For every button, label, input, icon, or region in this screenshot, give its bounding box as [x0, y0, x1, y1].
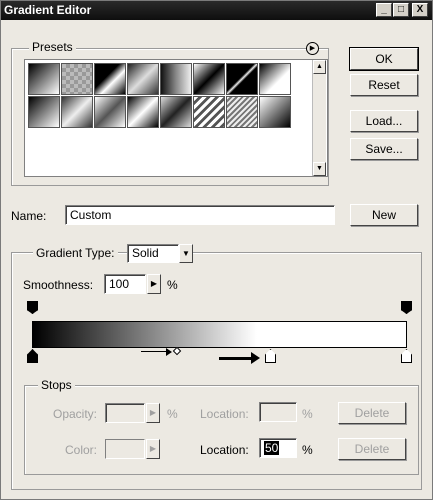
close-button[interactable]: X [412, 3, 428, 17]
smoothness-label: Smoothness: [23, 278, 94, 292]
color-location-field[interactable]: 50 [259, 438, 297, 458]
preset-swatch[interactable] [193, 96, 225, 128]
scroll-down-icon[interactable]: ▼ [313, 162, 326, 176]
save-button[interactable]: Save... [350, 138, 418, 160]
opacity-location-unit: % [302, 407, 313, 421]
opacity-location-field[interactable] [259, 402, 297, 422]
smoothness-unit: % [167, 278, 178, 292]
large-arrow-icon [219, 357, 255, 360]
gradient-type-label: Gradient Type: [33, 246, 118, 260]
title-bar[interactable]: Gradient Editor _ □ X [1, 1, 432, 20]
name-field[interactable]: Custom [65, 205, 335, 225]
load-button[interactable]: Load... [350, 110, 418, 132]
preset-swatch[interactable] [259, 63, 291, 95]
minimize-button[interactable]: _ [376, 3, 392, 17]
color-location-unit: % [302, 443, 313, 457]
reset-button[interactable]: Reset [350, 74, 418, 96]
preset-swatch[interactable] [226, 96, 258, 128]
chevron-down-icon[interactable]: ▼ [179, 244, 193, 263]
small-arrow-icon [141, 351, 169, 352]
preset-swatch[interactable] [94, 96, 126, 128]
preset-swatch[interactable] [160, 63, 192, 95]
color-delete-button[interactable]: Delete [338, 438, 406, 460]
new-button[interactable]: New [350, 204, 418, 226]
preset-swatch[interactable] [94, 63, 126, 95]
preset-swatch[interactable] [226, 63, 258, 95]
preset-swatch[interactable] [259, 96, 291, 128]
opacity-label: Opacity: [53, 407, 98, 421]
preset-swatch[interactable] [193, 63, 225, 95]
opacity-arrow-icon[interactable]: ▶ [146, 403, 160, 423]
smoothness-field[interactable]: 100 [104, 274, 146, 294]
preset-swatch[interactable] [61, 63, 93, 95]
preset-swatch[interactable] [61, 96, 93, 128]
gradient-type-select[interactable]: Solid [127, 244, 179, 263]
small-arrow-head-icon [166, 348, 172, 356]
color-swatch[interactable] [105, 439, 145, 459]
presets-scrollbar[interactable]: ▲ ▼ [312, 60, 326, 176]
color-location-value: 50 [264, 441, 280, 455]
presets-label: Presets [29, 40, 76, 54]
preset-swatch[interactable] [28, 96, 60, 128]
preset-swatch[interactable] [160, 96, 192, 128]
maximize-button[interactable]: □ [393, 3, 409, 17]
preset-swatch[interactable] [28, 63, 60, 95]
opacity-delete-button[interactable]: Delete [338, 402, 406, 424]
large-arrow-head-icon [251, 352, 260, 364]
scroll-up-icon[interactable]: ▲ [313, 60, 326, 74]
color-arrow-icon[interactable]: ▶ [146, 439, 160, 459]
presets-swatch-panel [24, 59, 328, 177]
window-title: Gradient Editor [4, 3, 92, 17]
ok-button[interactable]: OK [349, 47, 419, 71]
preset-swatch[interactable] [127, 63, 159, 95]
color-label: Color: [65, 443, 98, 457]
name-label: Name: [11, 209, 47, 223]
smoothness-slider-arrow-icon[interactable]: ▶ [147, 274, 161, 294]
opacity-field[interactable] [105, 403, 145, 423]
opacity-location-label: Location: [200, 407, 249, 421]
gradient-editor-window: Gradient Editor _ □ X Presets ▶ ▲ ▼ OK R… [0, 0, 433, 500]
opacity-unit: % [167, 407, 178, 421]
presets-menu-icon[interactable]: ▶ [306, 42, 319, 55]
gradient-preview-bar[interactable] [32, 321, 407, 348]
preset-swatch[interactable] [127, 96, 159, 128]
stops-group [24, 385, 419, 475]
color-location-label: Location: [200, 443, 249, 457]
stops-label: Stops [38, 378, 75, 392]
